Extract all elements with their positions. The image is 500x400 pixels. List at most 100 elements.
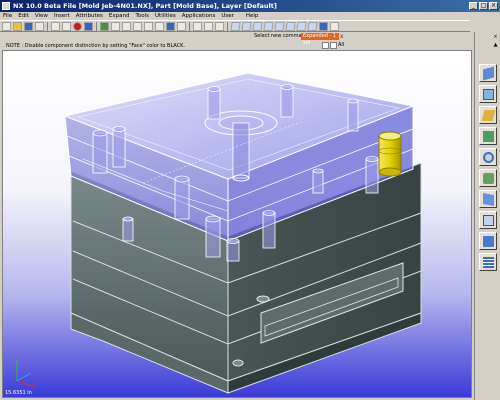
filter-all-label[interactable]: All <box>338 42 344 48</box>
menu-bar: File Edit View Insert Attributes Expand … <box>0 12 470 20</box>
gate-icon[interactable] <box>479 169 497 187</box>
view-icon[interactable] <box>479 232 497 250</box>
cooling-icon[interactable] <box>479 148 497 166</box>
view-left-icon[interactable] <box>285 21 296 31</box>
runner-icon[interactable] <box>479 190 497 208</box>
new-icon[interactable] <box>2 21 11 31</box>
cut-icon[interactable] <box>62 21 71 31</box>
right-tool-panel: × ▲ <box>474 32 500 400</box>
screw <box>312 170 324 194</box>
menu-edit[interactable]: Edit <box>18 13 29 19</box>
toolbar-separator <box>189 21 190 31</box>
graphics-viewport[interactable]: 15.6351 in <box>2 50 472 398</box>
window-title: NX 10.0 Beta File [Mold Jeb-4N01.NX], Pa… <box>13 2 277 10</box>
pan-icon[interactable] <box>133 21 142 31</box>
selection-bar: Select new command Expanded - 1 sel x <box>0 32 470 46</box>
leader-pin <box>112 128 126 168</box>
main-toolbar <box>0 20 470 32</box>
print-icon[interactable] <box>35 21 44 31</box>
rotate-icon[interactable] <box>111 21 120 31</box>
screw-top <box>226 238 240 244</box>
app-icon[interactable] <box>2 2 10 10</box>
filter-checkbox[interactable] <box>322 42 329 49</box>
maximize-button[interactable]: □ <box>479 2 488 10</box>
selection-filter-field[interactable]: Expanded - 1 sel <box>301 33 339 46</box>
leader-pin-top <box>112 126 126 132</box>
leader-pin <box>92 132 108 174</box>
menu-tools[interactable]: Tools <box>135 13 149 19</box>
menu-file[interactable]: File <box>3 13 12 19</box>
camera-icon[interactable] <box>215 21 224 31</box>
slide-icon[interactable] <box>479 106 497 124</box>
info-icon[interactable] <box>84 21 93 31</box>
menu-help[interactable]: Help <box>246 13 259 19</box>
fit-icon[interactable] <box>100 21 109 31</box>
guide-bushing-top <box>205 215 221 223</box>
grid-icon[interactable] <box>177 21 186 31</box>
mold-base-model[interactable] <box>3 51 472 398</box>
title-bar: NX 10.0 Beta File [Mold Jeb-4N01.NX], Pa… <box>0 0 500 12</box>
guide-pin <box>365 158 379 194</box>
screw <box>226 240 240 262</box>
shade-icon[interactable] <box>319 21 328 31</box>
guide-bushing <box>205 218 221 258</box>
menu-user[interactable]: User <box>221 13 234 19</box>
note-bar: NOTE : Disable component distinction by … <box>0 41 470 50</box>
view-front-icon[interactable] <box>241 21 252 31</box>
view-bottom-icon[interactable] <box>296 21 307 31</box>
undo-icon[interactable] <box>51 21 60 31</box>
toolbar-separator <box>227 21 228 31</box>
select-command-label: Select new command <box>254 33 308 39</box>
leader-pin-top <box>92 129 108 137</box>
pin-icon[interactable] <box>479 211 497 229</box>
screw-top <box>122 216 134 222</box>
view-iso-icon[interactable] <box>263 21 274 31</box>
delete-icon[interactable] <box>73 21 82 31</box>
menu-expand[interactable]: Expand <box>109 13 130 19</box>
toolbar-separator <box>47 21 48 31</box>
return-pin <box>174 178 190 220</box>
return-pin-top <box>174 175 190 183</box>
guide-pin <box>347 100 359 132</box>
coordinate-readout: 15.6351 in <box>5 390 32 396</box>
guide-pin-top <box>280 84 294 90</box>
wireframe-icon[interactable] <box>330 21 339 31</box>
mold-base-icon[interactable] <box>479 64 497 82</box>
layer-icon[interactable] <box>166 21 175 31</box>
menu-applications[interactable]: Applications <box>182 13 216 19</box>
minimize-button[interactable]: _ <box>469 2 478 10</box>
base-bolt <box>256 295 270 303</box>
save-icon[interactable] <box>24 21 33 31</box>
guide-pin <box>280 86 294 118</box>
menu-utilities[interactable]: Utilities <box>155 13 176 19</box>
panel-scroll-up-icon[interactable]: ▲ <box>492 42 499 49</box>
display-icon[interactable] <box>204 21 213 31</box>
insert-icon[interactable] <box>479 85 497 103</box>
view-back-icon[interactable] <box>274 21 285 31</box>
menu-attributes[interactable]: Attributes <box>76 13 103 19</box>
view-right-icon[interactable] <box>252 21 263 31</box>
screw-top <box>312 168 324 174</box>
monitor-icon[interactable] <box>193 21 202 31</box>
menu-view[interactable]: View <box>35 13 48 19</box>
ejector-icon[interactable] <box>479 127 497 145</box>
close-button[interactable]: × <box>489 2 498 10</box>
guide-pin-top <box>365 156 379 162</box>
list-icon[interactable] <box>479 253 497 271</box>
view-triad-icon <box>16 359 36 388</box>
view-trimetric-icon[interactable] <box>307 21 318 31</box>
menu-insert[interactable]: Insert <box>54 13 70 19</box>
open-icon[interactable] <box>13 21 22 31</box>
panel-close-icon[interactable]: × <box>492 34 499 41</box>
view-top-icon[interactable] <box>230 21 241 31</box>
filter-type-checkbox[interactable] <box>330 42 337 49</box>
refresh-icon[interactable] <box>144 21 153 31</box>
note-text: NOTE : Disable component distinction by … <box>6 43 186 49</box>
measure-icon[interactable] <box>155 21 164 31</box>
guide-bushing-top <box>262 210 276 216</box>
toolbar-separator <box>96 21 97 31</box>
selected-component[interactable] <box>378 131 402 177</box>
window-controls: _ □ × <box>469 2 498 10</box>
zoom-icon[interactable] <box>122 21 131 31</box>
clear-selection-icon[interactable]: x <box>340 33 344 40</box>
